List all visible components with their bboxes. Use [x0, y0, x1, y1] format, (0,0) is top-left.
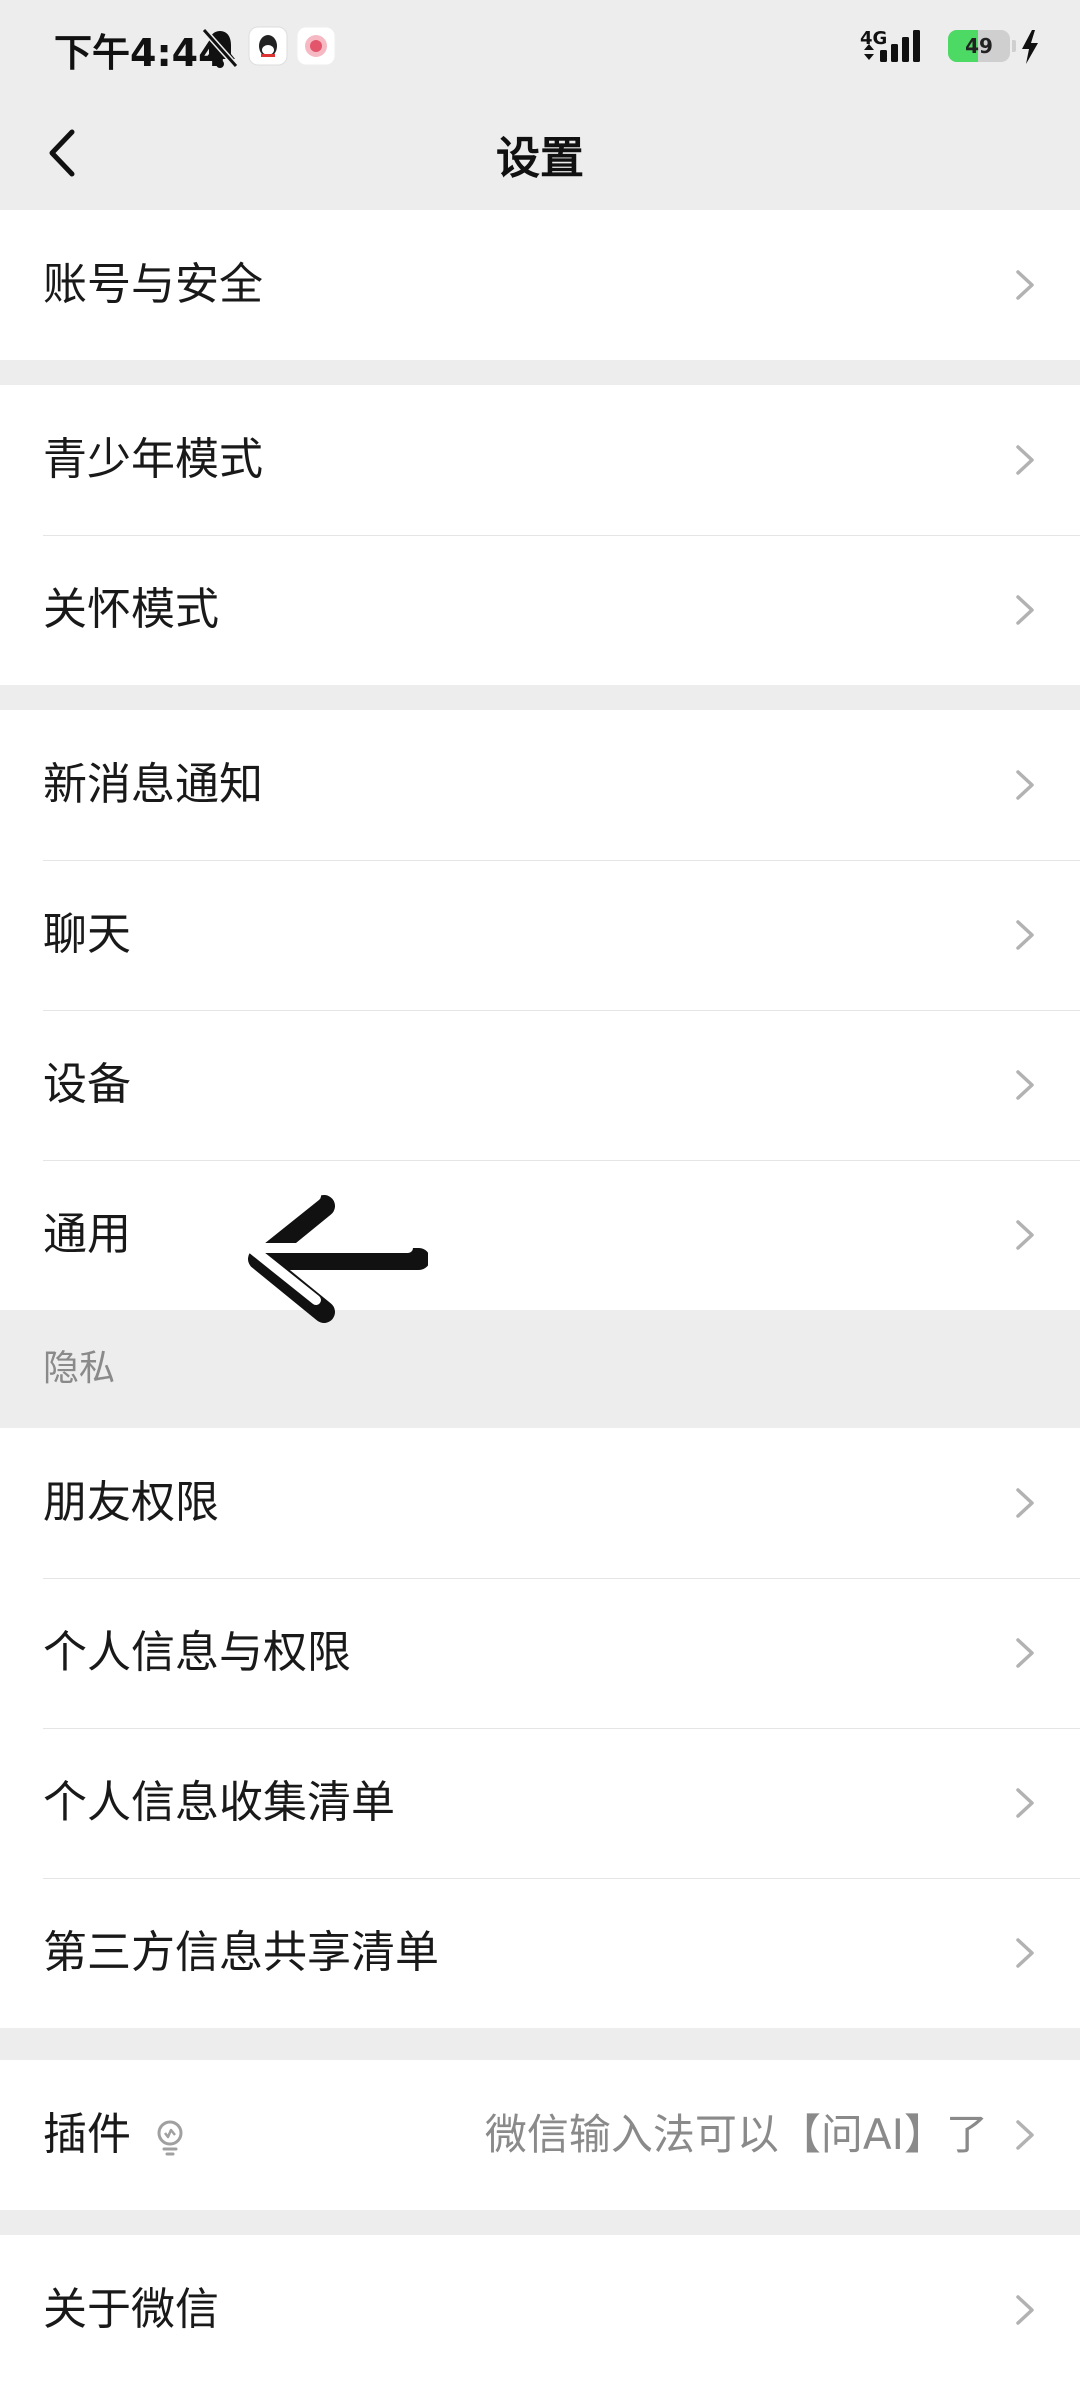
settings-item-label: 朋友权限: [43, 1477, 219, 1528]
chevron-right-icon: [1016, 2120, 1034, 2150]
settings-group-general: 新消息通知 聊天 设备 通用: [0, 710, 1080, 1310]
camera-app-icon: [296, 26, 336, 66]
lightbulb-icon: [157, 2120, 183, 2156]
battery-level: 49: [965, 34, 993, 58]
nav-bar: 设置: [0, 100, 1080, 210]
settings-group-plugins: 插件 微信输入法可以【问AI】了: [0, 2060, 1080, 2210]
settings-item-personal-info-permissions[interactable]: 个人信息与权限: [0, 1578, 1080, 1728]
chevron-right-icon: [1016, 1070, 1034, 1100]
settings-item-label: 个人信息收集清单: [43, 1777, 395, 1828]
settings-item-label: 聊天: [43, 909, 131, 960]
settings-item-info-collection-list[interactable]: 个人信息收集清单: [0, 1728, 1080, 1878]
settings-item-label: 个人信息与权限: [43, 1627, 351, 1678]
section-header-label: 隐私: [43, 1348, 116, 1389]
chevron-right-icon: [1016, 770, 1034, 800]
status-right: 4G 49: [860, 24, 1040, 76]
settings-item-devices[interactable]: 设备: [0, 1010, 1080, 1160]
section-header-privacy: 隐私: [0, 1310, 1080, 1428]
qq-app-icon: [248, 26, 288, 66]
charging-icon: [1022, 30, 1038, 64]
settings-group-account: 账号与安全: [0, 210, 1080, 360]
settings-item-account-security[interactable]: 账号与安全: [0, 210, 1080, 360]
chevron-right-icon: [1016, 1638, 1034, 1668]
status-bar: 下午4:44 4G 49: [0, 0, 1080, 100]
page-title: 设置: [496, 133, 584, 184]
bell-muted-icon: [201, 28, 239, 68]
chevron-right-icon: [1016, 270, 1034, 300]
chevron-right-icon: [1016, 1488, 1034, 1518]
chevron-right-icon: [1016, 445, 1034, 475]
chevron-right-icon: [1016, 1788, 1034, 1818]
settings-group-privacy: 朋友权限 个人信息与权限 个人信息收集清单 第三方信息共享清单: [0, 1428, 1080, 2028]
settings-group-about: 关于微信: [0, 2235, 1080, 2385]
chevron-right-icon: [1016, 595, 1034, 625]
settings-item-plugins[interactable]: 插件 微信输入法可以【问AI】了: [0, 2060, 1080, 2210]
settings-item-label: 第三方信息共享清单: [43, 1927, 439, 1978]
settings-item-label: 新消息通知: [43, 759, 263, 810]
status-time: 下午4:44: [54, 31, 225, 75]
settings-item-label: 通用: [43, 1209, 131, 1260]
chevron-right-icon: [1016, 1938, 1034, 1968]
settings-item-label: 账号与安全: [43, 259, 263, 310]
settings-item-label: 关怀模式: [43, 584, 219, 635]
settings-item-third-party-sharing-list[interactable]: 第三方信息共享清单: [0, 1878, 1080, 2028]
settings-item-label: 关于微信: [43, 2284, 219, 2335]
settings-item-label: 青少年模式: [43, 434, 263, 485]
annotation-arrow-icon: [246, 1191, 428, 1323]
settings-item-teen-mode[interactable]: 青少年模式: [0, 385, 1080, 535]
chevron-right-icon: [1016, 2295, 1034, 2325]
plugin-promo-text: 微信输入法可以【问AI】了: [484, 2110, 988, 2159]
settings-group-modes: 青少年模式 关怀模式: [0, 385, 1080, 685]
settings-item-friend-permissions[interactable]: 朋友权限: [0, 1428, 1080, 1578]
settings-item-notifications[interactable]: 新消息通知: [0, 710, 1080, 860]
signal-icon: [864, 30, 920, 62]
settings-item-label: 插件: [43, 2109, 131, 2160]
chevron-right-icon: [1016, 1220, 1034, 1250]
settings-item-label: 设备: [43, 1059, 131, 1110]
settings-item-about[interactable]: 关于微信: [0, 2235, 1080, 2385]
chevron-right-icon: [1016, 920, 1034, 950]
battery-indicator: 49: [948, 30, 1010, 62]
settings-item-care-mode[interactable]: 关怀模式: [0, 535, 1080, 685]
settings-item-general[interactable]: 通用: [0, 1160, 1080, 1310]
settings-item-chat[interactable]: 聊天: [0, 860, 1080, 1010]
